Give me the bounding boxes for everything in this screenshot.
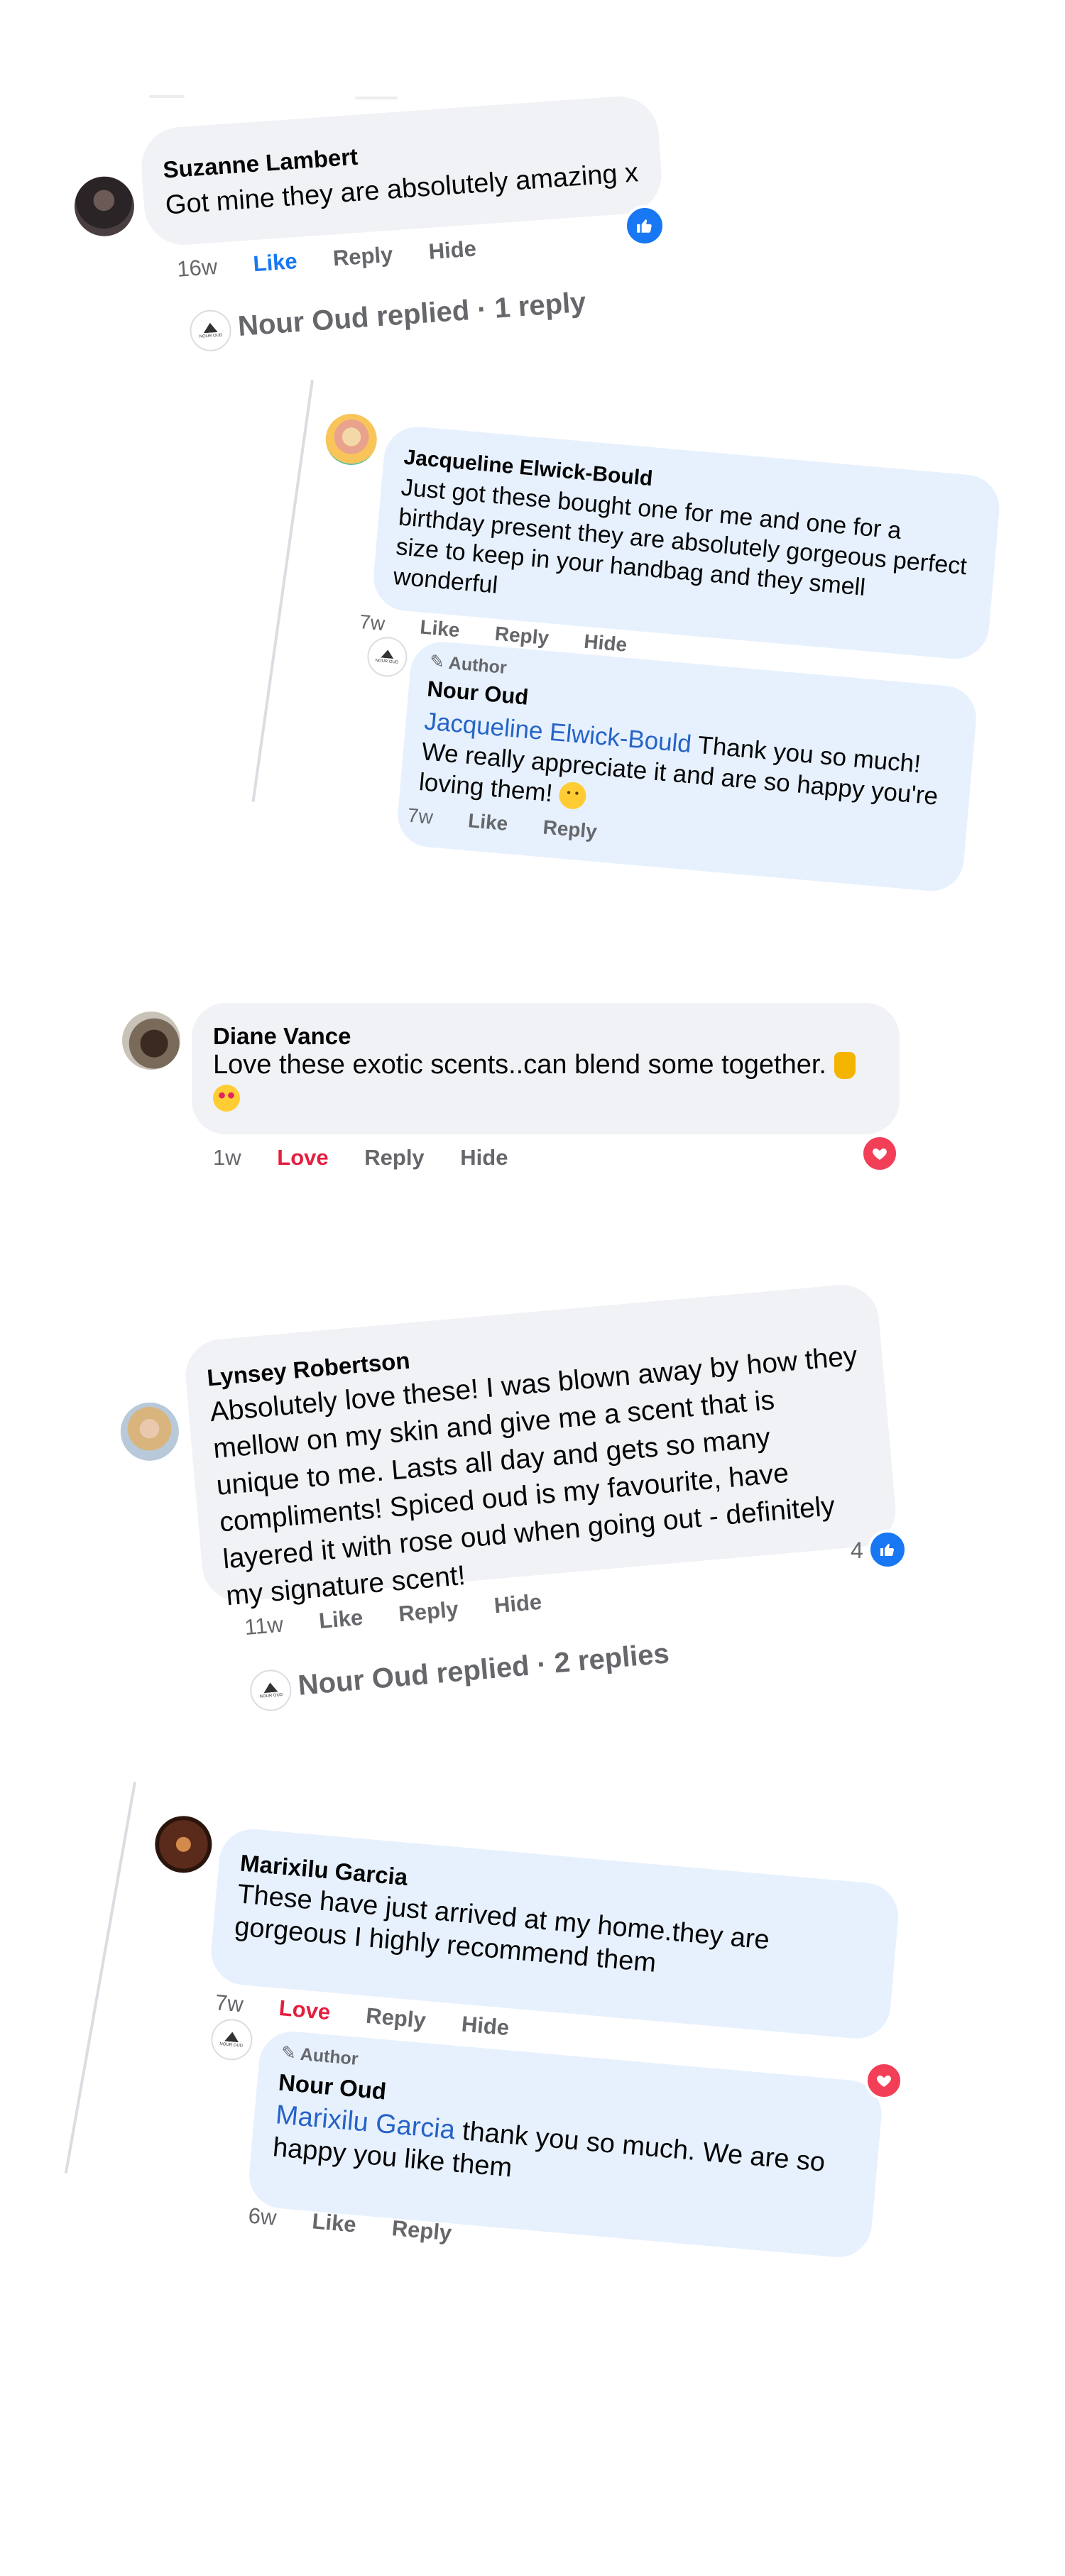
hide-button[interactable]: Hide (427, 236, 476, 264)
reply-button[interactable]: Reply (365, 2003, 427, 2033)
logo-text: NOUR OUD (199, 333, 223, 339)
hide-button[interactable]: Hide (493, 1589, 542, 1618)
author-badge: ✎ Author (429, 651, 508, 679)
reply-button[interactable]: Reply (332, 242, 394, 271)
avatar[interactable] (153, 1814, 214, 1875)
comment-bubble: Diane Vance Love these exotic scents..ca… (192, 1003, 900, 1134)
reply-button[interactable]: Reply (542, 816, 598, 843)
reply-button[interactable]: Reply (398, 1596, 459, 1626)
comment-text: These have just arrived at my home.they … (233, 1879, 771, 1978)
comment-text: Just got these bought one for me and one… (392, 473, 968, 601)
comment-author[interactable]: Diane Vance (213, 1023, 351, 1050)
author-badge-label: Author (299, 2044, 359, 2069)
heart-icon (865, 2061, 903, 2100)
comment-time[interactable]: 7w (407, 804, 434, 828)
reply-button[interactable]: Reply (391, 2215, 453, 2245)
avatar[interactable] (72, 174, 136, 239)
reply-button[interactable]: Reply (364, 1145, 424, 1170)
logo-text: NOUR OUD (219, 2041, 244, 2049)
like-button[interactable]: Like (252, 248, 297, 276)
logo-text: NOUR OUD (375, 658, 399, 665)
avatar[interactable] (118, 1400, 182, 1464)
author-badge: ✎ Author (280, 2042, 359, 2070)
avatar[interactable] (122, 1012, 180, 1070)
comment-time[interactable]: 16w (176, 254, 218, 282)
reaction-count[interactable]: 4 (851, 1538, 863, 1564)
comment-actions: 1w Love Reply Hide (213, 1145, 537, 1171)
author-badge-label: Author (447, 652, 508, 678)
avatar[interactable] (323, 412, 379, 468)
like-button[interactable]: Like (311, 2208, 357, 2237)
comment-text: Marixilu Garcia thank you so much. We ar… (271, 2098, 864, 2215)
logo-text: NOUR OUD (259, 1692, 283, 1699)
like-icon (868, 1530, 907, 1569)
view-replies-link[interactable]: Nour Oud replied · 1 reply (237, 287, 587, 343)
like-button[interactable]: Like (318, 1605, 364, 1633)
love-button[interactable]: Love (278, 1995, 332, 2024)
comment-time[interactable]: 7w (359, 610, 386, 635)
comment-time[interactable]: 7w (214, 1990, 245, 2017)
nour-oud-logo-avatar: NOUR OUD (366, 635, 409, 679)
hide-button[interactable]: Hide (583, 630, 628, 656)
heart-eyes-emoji-icon (213, 1085, 240, 1112)
heart-icon (861, 1134, 899, 1173)
comment-bubble: Lynsey Robertson Absolutely love these! … (182, 1281, 899, 1611)
cropped-top-edge (142, 92, 540, 106)
view-replies-link[interactable]: Nour Oud replied · 2 replies (297, 1638, 670, 1702)
thread-line (64, 1782, 136, 2174)
comment-bubble: Suzanne Lambert Got mine they are absolu… (138, 94, 665, 248)
thumbs-up-emoji-icon (834, 1052, 856, 1079)
smile-emoji-icon (558, 781, 588, 811)
nour-oud-logo-avatar: NOUR OUD (209, 2017, 254, 2062)
like-button[interactable]: Like (419, 616, 461, 642)
nour-oud-logo-avatar: NOUR OUD (248, 1667, 293, 1713)
comment-bubble: ✎ Author Nour Oud Jacqueline Elwick-Boul… (395, 639, 979, 894)
like-button[interactable]: Like (467, 809, 509, 835)
pencil-icon: ✎ (280, 2042, 302, 2064)
comment-author[interactable]: Nour Oud (426, 676, 529, 710)
hide-button[interactable]: Hide (460, 1145, 508, 1170)
love-button[interactable]: Love (277, 1145, 328, 1170)
pencil-icon: ✎ (428, 651, 450, 673)
hide-button[interactable]: Hide (461, 2012, 510, 2041)
nour-oud-logo-avatar: NOUR OUD (188, 308, 233, 353)
comment-time[interactable]: 6w (247, 2203, 278, 2230)
comment-body: Love these exotic scents..can blend some… (213, 1050, 826, 1080)
thread-line (251, 380, 314, 802)
comment-time[interactable]: 1w (213, 1145, 241, 1170)
like-icon (624, 205, 665, 246)
reply-button[interactable]: Reply (494, 623, 550, 650)
comment-time[interactable]: 11w (244, 1612, 284, 1640)
comment-text: Love these exotic scents..can blend some… (213, 1048, 880, 1114)
